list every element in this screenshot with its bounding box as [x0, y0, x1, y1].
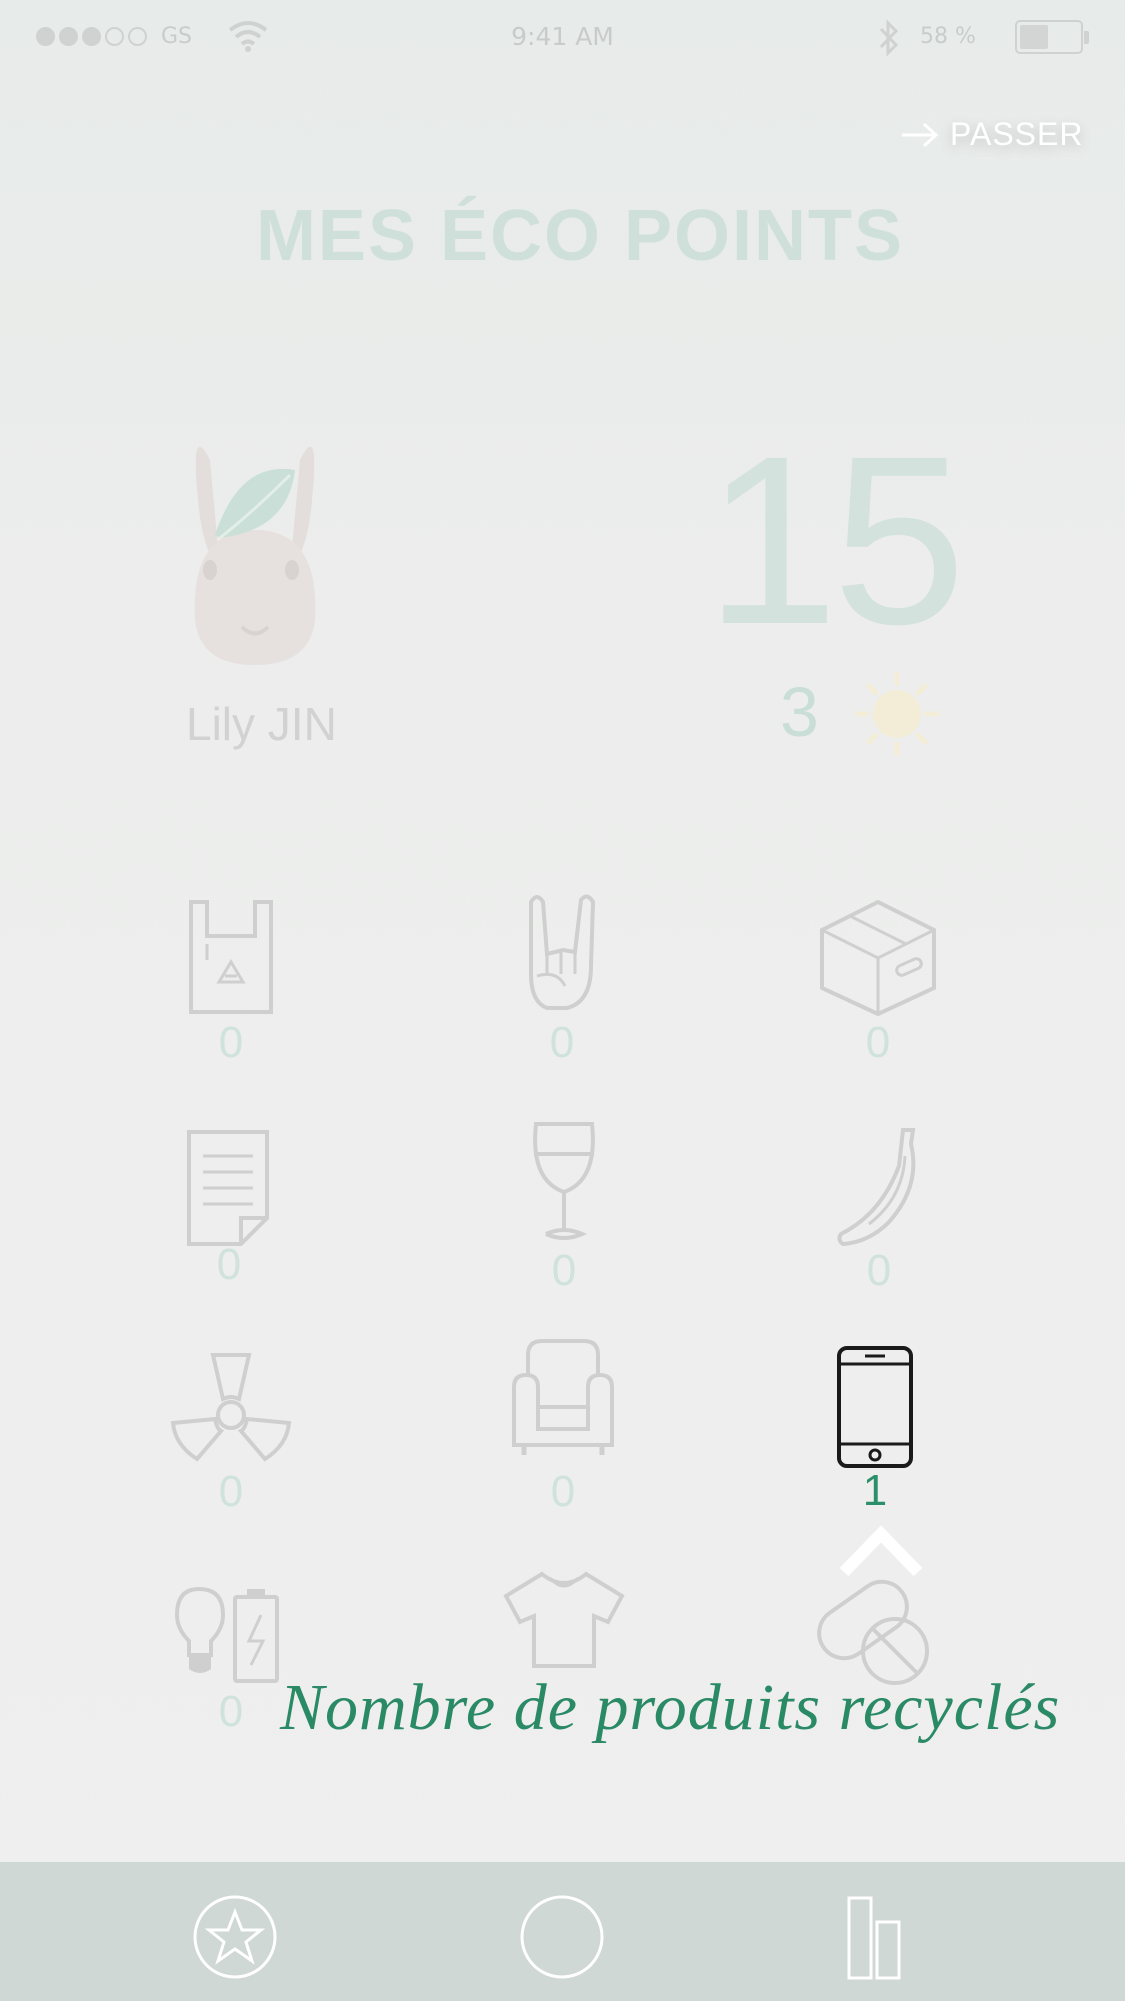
- category-rock-hand[interactable]: 0: [462, 890, 662, 1090]
- recycle-bag-icon: [189, 900, 273, 1014]
- eco-points-total: 15: [705, 406, 966, 674]
- category-glass[interactable]: 0: [464, 1120, 664, 1320]
- user-name: Lily JIN: [186, 698, 337, 750]
- tooltip-caret-icon: [839, 1525, 923, 1577]
- category-count: 0: [216, 1240, 242, 1289]
- page-title: MES ÉCO POINTS: [255, 196, 905, 276]
- rabbit-avatar: [194, 446, 316, 665]
- rock-hand-icon: [529, 894, 596, 1010]
- category-electronics[interactable]: 1: [775, 1340, 975, 1540]
- star-icon[interactable]: [190, 1892, 280, 1982]
- category-count: 0: [218, 1018, 244, 1067]
- paper-document-icon: [187, 1130, 269, 1246]
- battery-percentage: 58 %: [920, 24, 976, 49]
- tooltip-caption: Nombre de produits recyclés: [280, 1671, 1061, 1744]
- skip-button[interactable]: PASSER: [900, 116, 1083, 153]
- armchair-icon: [512, 1339, 614, 1455]
- bulb-battery-icon: [174, 1586, 279, 1683]
- category-paper[interactable]: 0: [129, 1120, 329, 1320]
- tshirt-icon: [503, 1571, 625, 1668]
- cardboard-box-icon: [820, 899, 936, 1017]
- status-bar: GS 9:41 AM 58 %: [0, 0, 1125, 78]
- radioactive-icon: [170, 1353, 292, 1462]
- banana-icon: [837, 1128, 916, 1247]
- category-count: 0: [218, 1467, 244, 1516]
- category-count: 0: [551, 1246, 577, 1295]
- tab-bar: [0, 1862, 1125, 2001]
- circle-icon[interactable]: [517, 1892, 607, 1982]
- bluetooth-icon: [879, 19, 899, 57]
- bar-chart-icon[interactable]: [845, 1892, 935, 1982]
- skip-label: PASSER: [950, 116, 1084, 152]
- category-recycle-bag[interactable]: 0: [131, 890, 331, 1090]
- arrow-right-icon: [902, 122, 939, 147]
- sun-count: 3: [780, 673, 819, 751]
- category-cardboard-box[interactable]: 0: [778, 890, 978, 1090]
- category-hazardous[interactable]: 0: [131, 1345, 331, 1545]
- category-food[interactable]: 0: [779, 1120, 979, 1320]
- category-count: 0: [865, 1018, 891, 1067]
- category-furniture[interactable]: 0: [463, 1335, 663, 1535]
- category-count: 1: [862, 1466, 888, 1515]
- sun-icon: [855, 672, 940, 757]
- battery-icon: [1015, 20, 1089, 54]
- smartphone-icon: [837, 1346, 913, 1468]
- wine-glass-icon: [533, 1122, 595, 1240]
- category-count: 0: [866, 1246, 892, 1295]
- category-count: 0: [549, 1018, 575, 1067]
- category-count: 0: [550, 1467, 576, 1516]
